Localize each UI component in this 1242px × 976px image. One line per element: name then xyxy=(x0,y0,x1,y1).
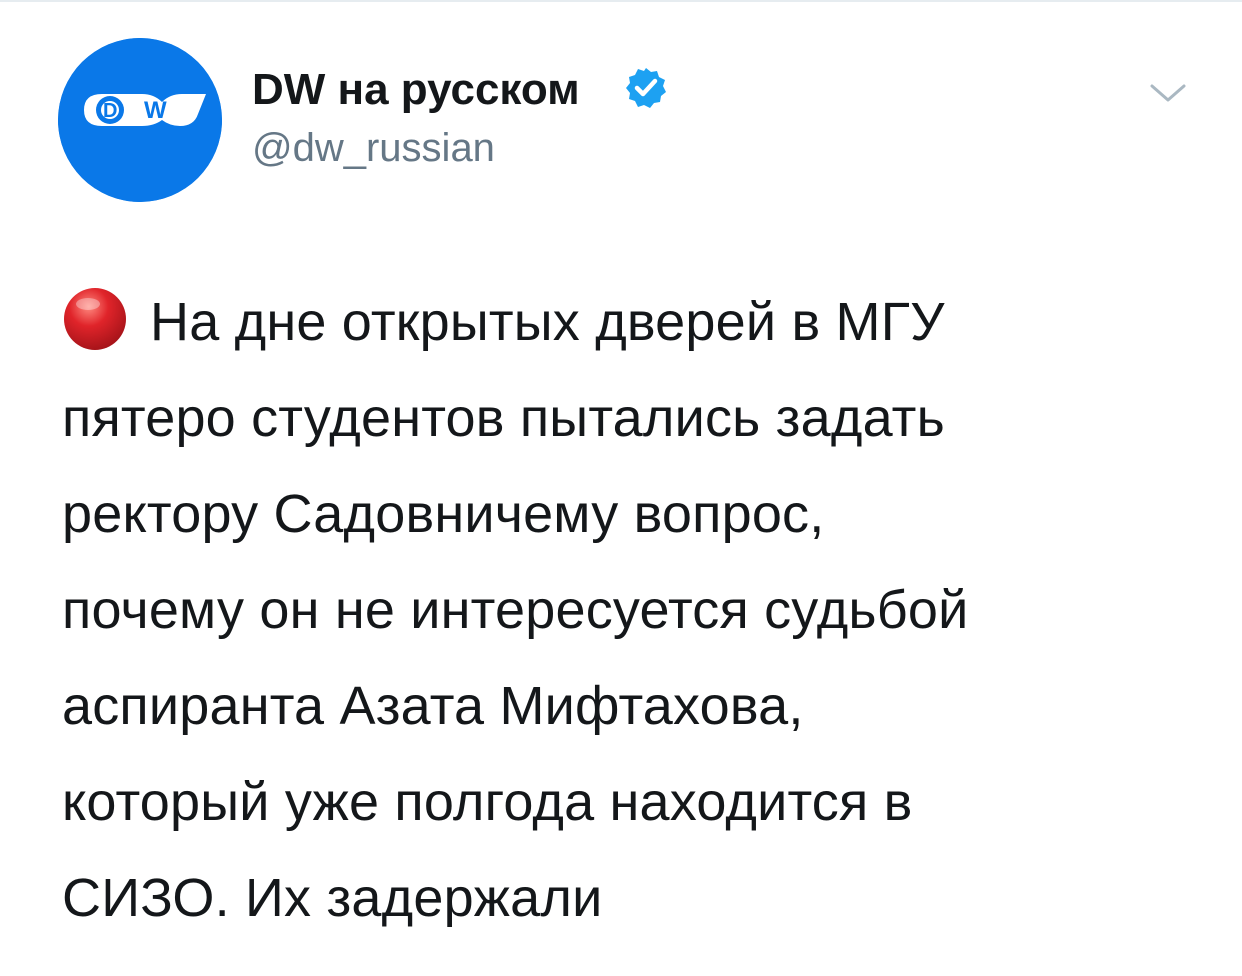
logo-letter-d: D xyxy=(103,100,117,122)
chevron-down-icon[interactable] xyxy=(1146,78,1190,108)
verified-badge-icon xyxy=(626,68,666,108)
tweet-line: аспиранта Азата Мифтахова, xyxy=(62,676,804,736)
tweet-line: ректору Садовничему вопрос, xyxy=(62,484,825,544)
tweet-line-text: На дне открытых дверей в МГУ xyxy=(150,292,945,352)
tweet-line: СИЗО. Их задержали xyxy=(62,868,603,928)
tweet-line: который уже полгода находится в xyxy=(62,772,913,832)
avatar[interactable]: D W xyxy=(58,38,222,202)
dw-logo-icon: D W xyxy=(58,38,222,202)
red-circle-emoji-icon xyxy=(64,288,126,350)
logo-letter-w: W xyxy=(144,97,167,124)
tweet-line: пятеро студентов пытались задать xyxy=(62,388,945,448)
tweet-card: D W DW на русском @dw_russian На дне отк… xyxy=(0,0,1242,976)
author-handle[interactable]: @dw_russian xyxy=(252,124,495,172)
author-name[interactable]: DW на русском xyxy=(252,64,580,116)
tweet-line: На дне открытых дверей в МГУ xyxy=(62,274,1212,370)
tweet-line: почему он не интересуется судьбой xyxy=(62,580,969,640)
tweet-text: На дне открытых дверей в МГУ пятеро студ… xyxy=(62,274,1212,946)
